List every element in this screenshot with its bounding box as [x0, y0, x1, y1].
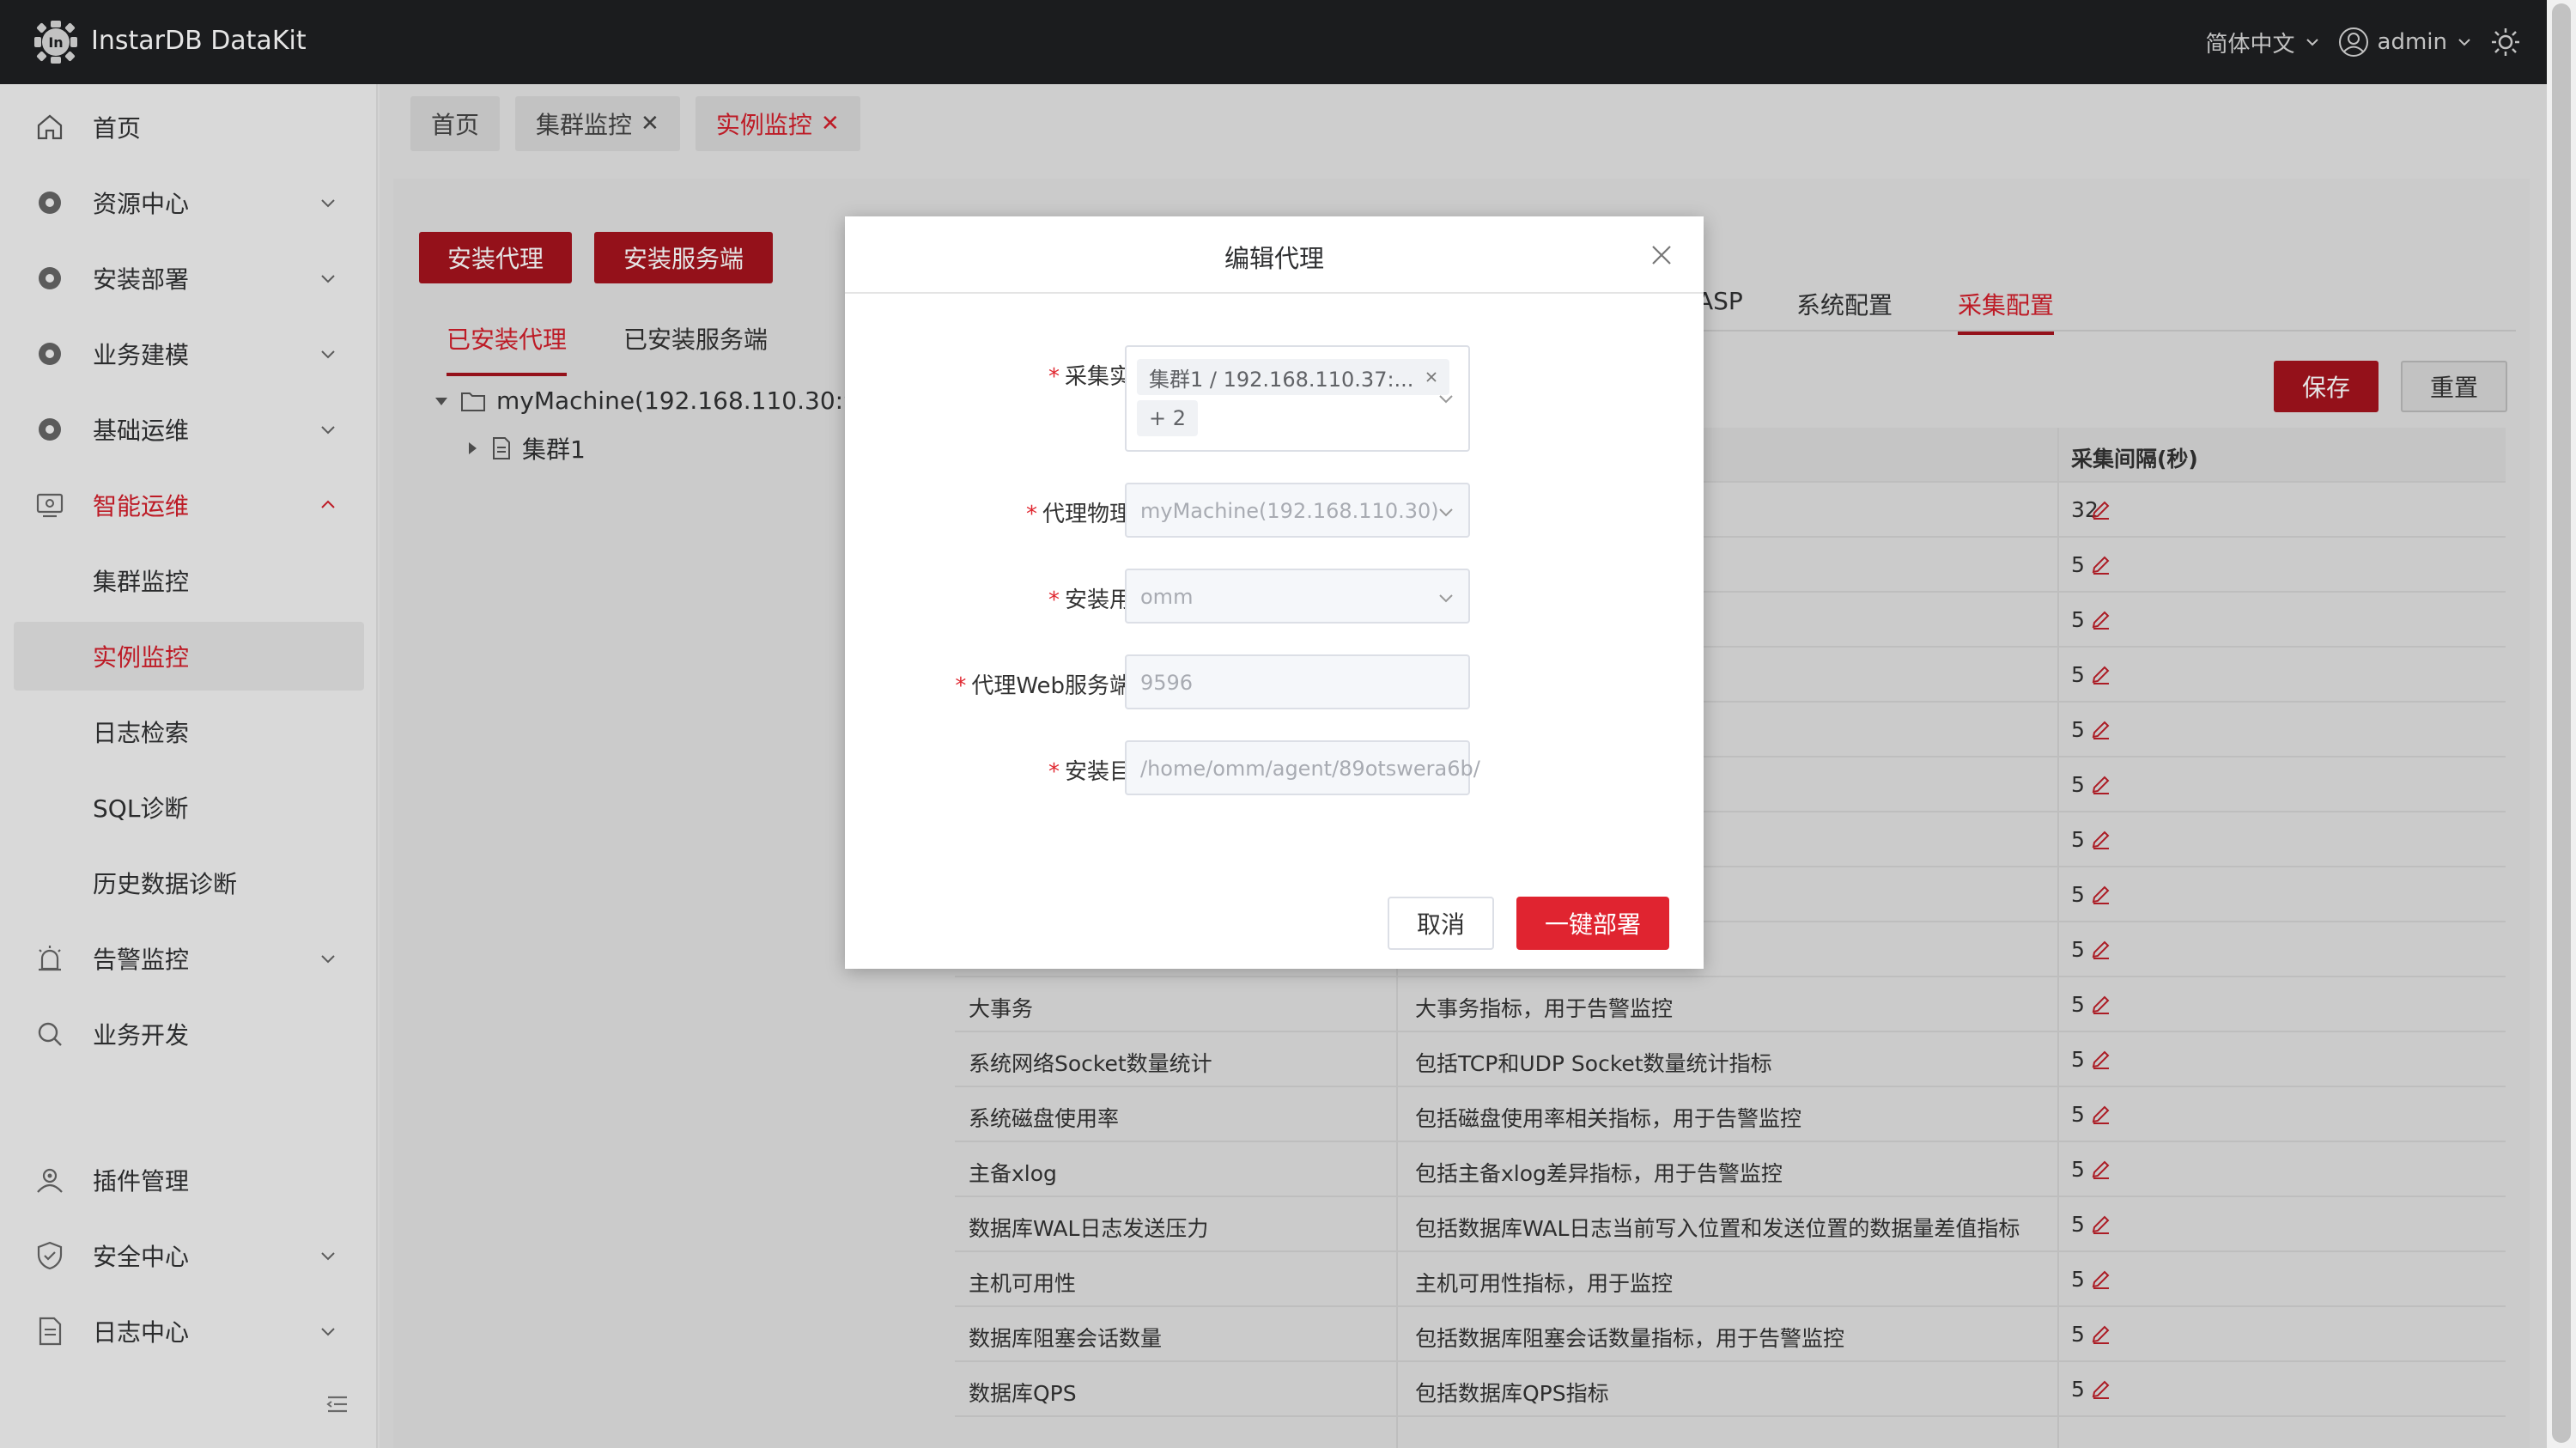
instances-select[interactable]: 集群1 / 192.168.110.37:... + 2: [1125, 345, 1470, 452]
instance-chip: 集群1 / 192.168.110.37:...: [1137, 359, 1450, 395]
port-input[interactable]: 9596: [1125, 654, 1470, 709]
user-select[interactable]: omm: [1125, 569, 1470, 624]
dir-input[interactable]: /home/omm/agent/89otswera6b/: [1125, 740, 1480, 795]
page-scrollbar[interactable]: [2547, 0, 2576, 1448]
edit-agent-dialog: 编辑代理 * 采集实例 集群1 / 192.168.110.37:... + 2 …: [845, 216, 1704, 969]
chevron-down-icon: [1439, 395, 1453, 404]
deploy-button[interactable]: 一键部署: [1516, 897, 1669, 950]
close-icon[interactable]: [1650, 244, 1673, 266]
machine-select[interactable]: myMachine(192.168.110.30): [1125, 483, 1470, 538]
chevron-down-icon: [1439, 594, 1453, 603]
more-instances-chip: + 2: [1137, 400, 1199, 436]
chevron-down-icon: [1439, 508, 1453, 517]
close-icon[interactable]: [1425, 371, 1437, 383]
cancel-button[interactable]: 取消: [1388, 897, 1494, 950]
dialog-title: 编辑代理: [1224, 244, 1324, 273]
